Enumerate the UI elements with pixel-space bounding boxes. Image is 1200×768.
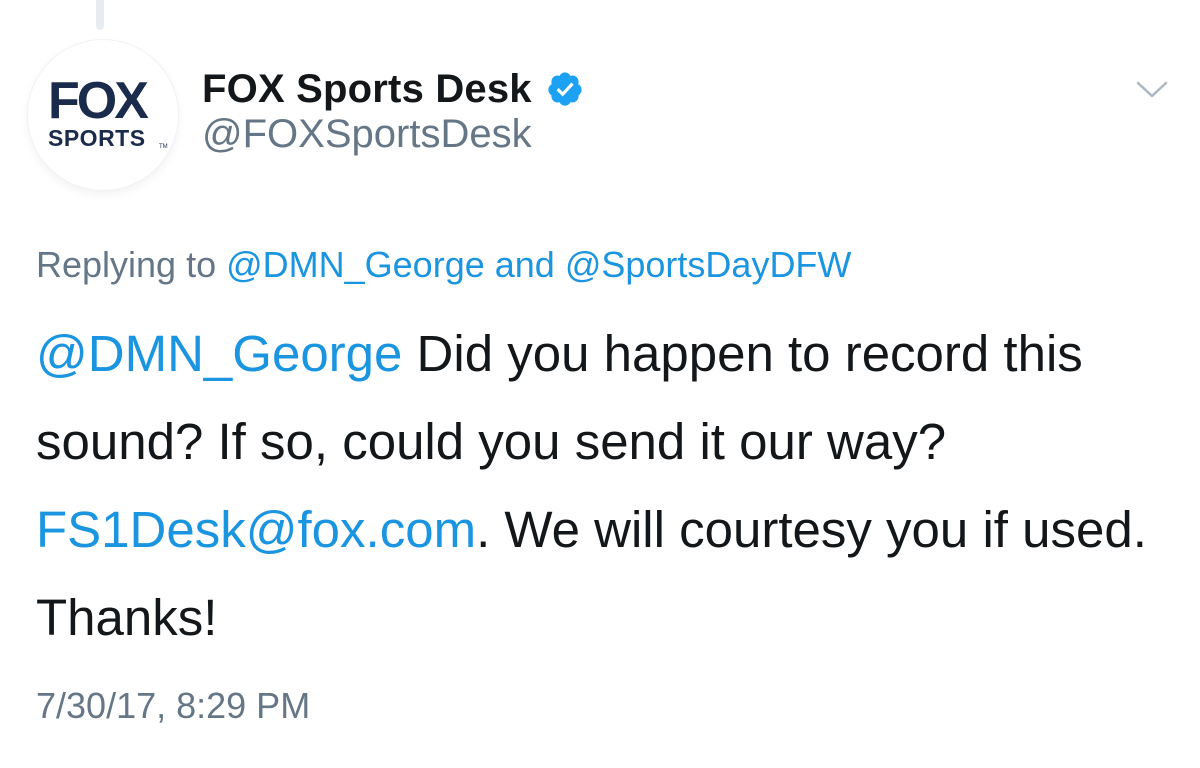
- logo-sports-text: SPORTS: [48, 125, 146, 151]
- tweet-mention-dmn-george[interactable]: @DMN_George: [36, 325, 402, 382]
- logo-fox-text: FOX: [48, 72, 149, 130]
- replying-to-context: Replying to @DMN_George and @SportsDayDF…: [36, 244, 851, 286]
- reply-conjunction[interactable]: and: [485, 244, 565, 285]
- display-name[interactable]: FOX Sports Desk: [202, 67, 532, 112]
- fox-sports-logo: FOX SPORTS TM: [48, 72, 168, 151]
- thread-connector-line: [96, 0, 104, 30]
- verified-badge-icon: [548, 72, 582, 106]
- tweet-timestamp[interactable]: 7/30/17, 8:29 PM: [36, 685, 310, 727]
- reply-mention-sportsdaydfw[interactable]: @SportsDayDFW: [565, 244, 852, 285]
- reply-mention-dmn-george[interactable]: @DMN_George: [226, 244, 485, 285]
- tweet-text: @DMN_George Did you happen to record thi…: [36, 310, 1176, 662]
- logo-trademark-text: TM: [159, 144, 168, 150]
- author-handle[interactable]: @FOXSportsDesk: [202, 112, 532, 157]
- author-name-row[interactable]: FOX Sports Desk: [202, 62, 584, 116]
- avatar[interactable]: FOX SPORTS TM: [28, 40, 178, 190]
- chevron-down-icon[interactable]: [1132, 74, 1172, 104]
- tweet-email-link[interactable]: FS1Desk@fox.com: [36, 501, 476, 558]
- replying-prefix: Replying to: [36, 244, 227, 285]
